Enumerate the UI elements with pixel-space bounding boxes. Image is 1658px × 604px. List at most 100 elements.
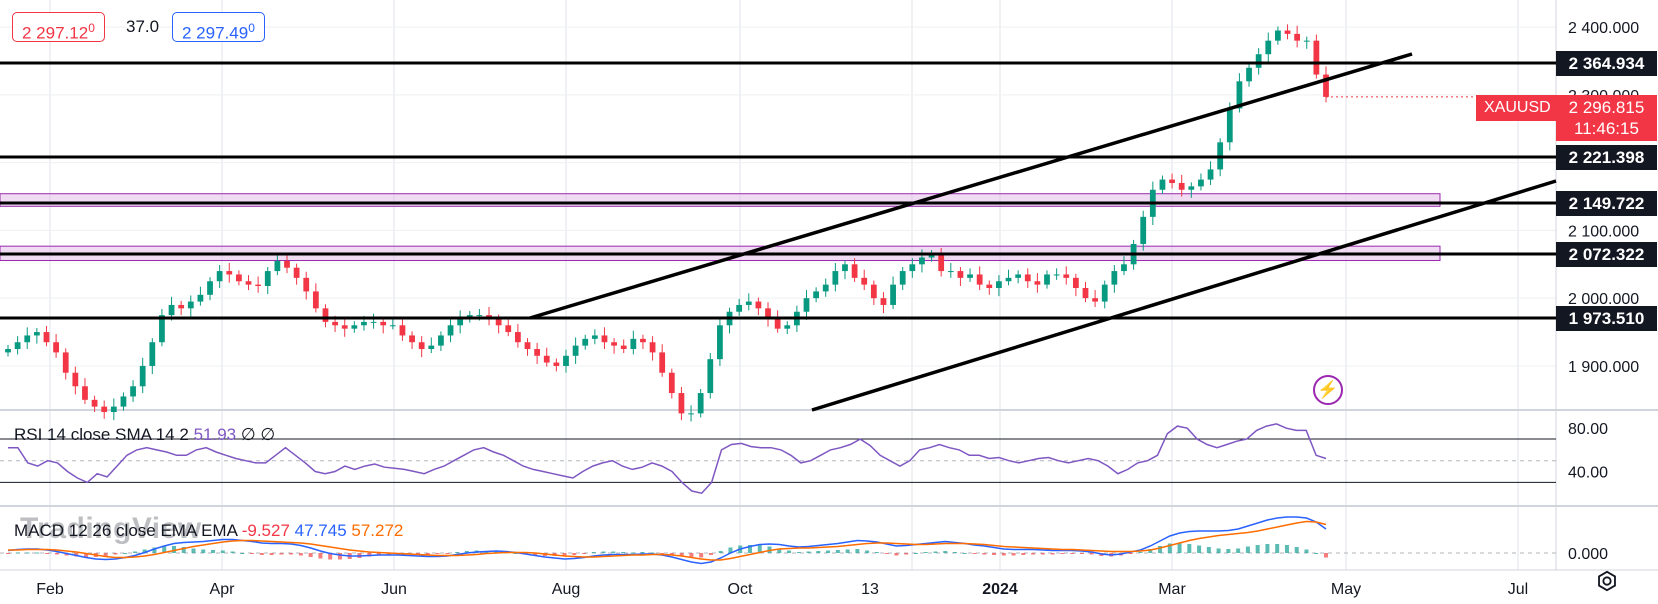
- macd-histogram-bar: [1236, 548, 1241, 553]
- macd-histogram-bar: [816, 551, 821, 553]
- candle-body: [389, 325, 396, 327]
- candle-body: [543, 355, 550, 363]
- macd-histogram-bar: [953, 552, 958, 553]
- rsi-legend-extra2: ∅: [260, 425, 276, 444]
- candle-body: [1313, 40, 1320, 75]
- macd-histogram-bar: [289, 553, 294, 555]
- macd-legend-hist: -9.527: [241, 521, 290, 540]
- gear-icon[interactable]: [1596, 570, 1618, 592]
- candle-body: [1121, 264, 1127, 272]
- candle-body: [1255, 54, 1262, 68]
- candle-body: [534, 349, 541, 356]
- candle-body: [1246, 67, 1252, 82]
- macd-histogram-bar: [1314, 553, 1319, 554]
- candle-body: [938, 254, 945, 272]
- macd-histogram-bar: [1079, 553, 1084, 554]
- macd-histogram-bar: [699, 553, 704, 558]
- lightning-icon[interactable]: ⚡: [1313, 375, 1343, 405]
- candle-body: [909, 264, 916, 272]
- candle-body: [880, 298, 887, 305]
- candle-body: [899, 271, 906, 285]
- candle-body: [755, 301, 762, 309]
- candle-body: [601, 335, 608, 343]
- macd-histogram-bar: [201, 549, 206, 553]
- macd-histogram-bar: [113, 553, 118, 555]
- bid-price-button[interactable]: 2 297.120: [12, 12, 105, 43]
- candle-body: [582, 338, 589, 346]
- macd-histogram-bar: [1138, 552, 1143, 553]
- candle-body: [1226, 108, 1233, 143]
- macd-histogram-bar: [25, 552, 30, 554]
- macd-histogram-bar: [230, 551, 235, 553]
- candle-body: [678, 393, 685, 414]
- macd-histogram-bar: [445, 553, 450, 554]
- time-axis-label: May: [1331, 581, 1361, 598]
- level-tag-2[interactable]: 2 221.398: [1556, 145, 1657, 170]
- candle-body: [861, 277, 868, 285]
- candle-body: [630, 338, 637, 350]
- candle-body: [236, 274, 242, 282]
- candle-body: [438, 335, 444, 346]
- candle-body: [1275, 30, 1281, 41]
- macd-histogram-bar: [640, 552, 645, 553]
- macd-histogram-bar: [1265, 544, 1270, 553]
- candle-body: [745, 301, 752, 305]
- bar-countdown: 11:46:15: [1574, 119, 1639, 138]
- candle-body: [563, 355, 569, 366]
- candle-body: [110, 406, 117, 413]
- candle-body: [24, 335, 31, 343]
- last-price: 2 296.815: [1568, 98, 1645, 117]
- macd-histogram-bar: [220, 550, 225, 553]
- candle-body: [1198, 179, 1204, 187]
- level-tag-4[interactable]: 2 072.322: [1556, 242, 1657, 267]
- candle-body: [813, 291, 820, 299]
- candle-body: [409, 335, 415, 343]
- spread-value: 37.0: [126, 14, 160, 40]
- level-tag-5[interactable]: 1 973.510: [1556, 306, 1657, 331]
- macd-histogram-bar: [835, 550, 840, 553]
- macd-histogram-bar: [621, 552, 626, 553]
- candle-body: [976, 274, 983, 285]
- candle-body: [1005, 277, 1012, 282]
- level-tag-3[interactable]: 2 149.722: [1556, 191, 1657, 216]
- candle-body: [591, 335, 598, 339]
- macd-histogram-bar: [123, 553, 128, 554]
- macd-axis-label: 0.000: [1568, 546, 1608, 563]
- candle-body: [1265, 40, 1272, 55]
- candle-body: [274, 260, 281, 272]
- candle-body: [264, 271, 271, 286]
- candle-body: [784, 325, 791, 329]
- macd-histogram-bar: [1206, 547, 1211, 553]
- macd-histogram-bar: [1187, 544, 1192, 553]
- candle-body: [870, 284, 877, 299]
- macd-histogram-bar: [992, 553, 997, 555]
- macd-legend[interactable]: MACD 12 26 close EMA EMA -9.527 47.745 5…: [14, 521, 403, 541]
- macd-histogram-bar: [884, 553, 889, 554]
- chart-canvas[interactable]: 2 400.0002 300.0002 200.0002 100.0002 00…: [0, 0, 1658, 604]
- candle-body: [5, 349, 11, 353]
- candle-body: [1092, 298, 1098, 302]
- macd-histogram-bar: [1324, 553, 1328, 558]
- macd-histogram-bar: [1216, 548, 1221, 553]
- candle-body: [919, 257, 925, 265]
- rsi-legend[interactable]: RSI 14 close SMA 14 2 51.93 ∅ ∅: [14, 425, 275, 445]
- macd-histogram-bar: [1011, 553, 1016, 556]
- candle-body: [986, 284, 993, 289]
- macd-histogram-bar: [874, 552, 879, 553]
- candle-body: [668, 372, 675, 394]
- candle-body: [139, 365, 146, 387]
- macd-histogram-bar: [279, 553, 284, 555]
- candle-body: [1015, 274, 1022, 278]
- candle-body: [996, 281, 1002, 289]
- candle-body: [1063, 274, 1070, 278]
- candle-body: [187, 301, 194, 309]
- ask-price-button[interactable]: 2 297.490: [172, 12, 265, 43]
- candle-body: [245, 281, 252, 285]
- level-tag-1[interactable]: 2 364.934: [1556, 51, 1657, 76]
- candle-body: [1101, 284, 1108, 302]
- candle-body: [120, 396, 127, 407]
- macd-histogram-bar: [1197, 545, 1202, 553]
- rsi-legend-value: 51.93: [193, 425, 237, 444]
- macd-histogram-bar: [259, 553, 264, 555]
- macd-histogram-bar: [601, 551, 606, 553]
